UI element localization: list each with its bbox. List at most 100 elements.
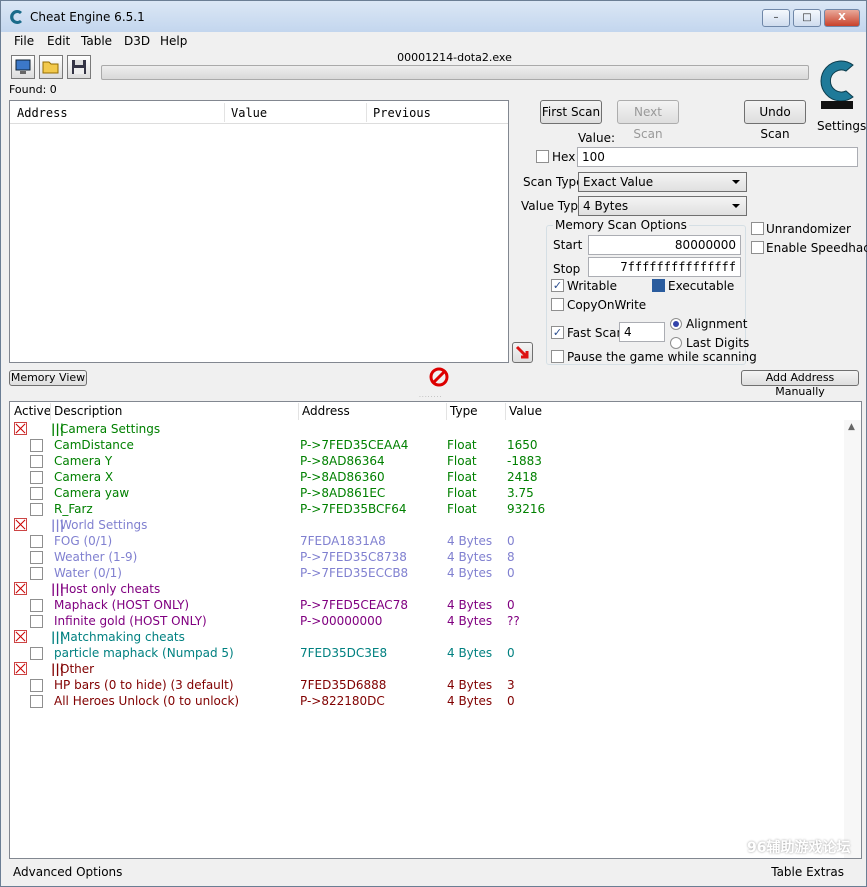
active-checkbox[interactable] <box>30 471 43 484</box>
cheat-table[interactable]: Active Description Address Type Value ||… <box>9 401 862 859</box>
advanced-options-button[interactable]: Advanced Options <box>13 865 122 879</box>
menu-file[interactable]: File <box>14 34 34 48</box>
cheat-engine-logo[interactable] <box>813 53 861 119</box>
group-active-checkbox[interactable] <box>14 582 27 595</box>
table-group-row[interactable]: ||| Matchmaking cheats <box>10 629 846 645</box>
active-checkbox[interactable] <box>30 455 43 468</box>
maximize-button[interactable]: □ <box>793 9 821 27</box>
first-scan-button[interactable]: First Scan <box>540 100 602 124</box>
row-description: CamDistance <box>54 438 134 452</box>
group-active-checkbox[interactable] <box>14 518 27 531</box>
column-value[interactable]: Value <box>231 106 267 120</box>
scan-type-label: Scan Type <box>523 175 584 189</box>
table-row[interactable]: R_Farz P->7FED35BCF64 Float 93216 <box>10 501 846 517</box>
table-group-row[interactable]: ||| Host only cheats <box>10 581 846 597</box>
scan-type-select[interactable]: Exact Value <box>578 172 747 192</box>
stop-scan-button[interactable] <box>429 367 449 387</box>
table-group-row[interactable]: ||| Camera Settings <box>10 421 846 437</box>
active-checkbox[interactable] <box>30 535 43 548</box>
writable-checkbox[interactable]: ✓ <box>551 279 564 292</box>
scan-results-list[interactable]: Address Value Previous <box>9 100 509 363</box>
active-checkbox[interactable] <box>30 679 43 692</box>
table-row[interactable]: HP bars (0 to hide) (3 default) 7FED35D68… <box>10 677 846 693</box>
table-group-row[interactable]: ||| Other <box>10 661 846 677</box>
row-address: P->00000000 <box>300 614 383 628</box>
active-checkbox[interactable] <box>30 503 43 516</box>
stop-label: Stop <box>553 262 581 276</box>
save-button[interactable] <box>67 55 91 79</box>
column-previous[interactable]: Previous <box>373 106 431 120</box>
unrandomizer-checkbox[interactable] <box>751 222 764 235</box>
column-active[interactable]: Active <box>14 404 51 418</box>
row-type: Float <box>447 454 477 468</box>
start-address-input[interactable]: 80000000 <box>588 235 741 255</box>
vertical-scrollbar[interactable]: ▲ <box>844 420 861 858</box>
folder-open-icon <box>42 61 59 74</box>
splitter-handle[interactable]: ········ <box>1 393 866 401</box>
table-extras-button[interactable]: Table Extras <box>771 865 844 879</box>
menu-edit[interactable]: Edit <box>47 34 70 48</box>
table-row[interactable]: particle maphack (Numpad 5) 7FED35DC3E8 4 … <box>10 645 846 661</box>
menu-table[interactable]: Table <box>81 34 112 48</box>
settings-link[interactable]: Settings <box>817 119 866 133</box>
active-checkbox[interactable] <box>30 647 43 660</box>
column-type[interactable]: Type <box>450 404 478 418</box>
group-active-checkbox[interactable] <box>14 422 27 435</box>
menu-help[interactable]: Help <box>160 34 187 48</box>
stop-address-input[interactable]: 7fffffffffffffff <box>588 257 741 277</box>
fast-scan-checkbox[interactable]: ✓ <box>551 326 564 339</box>
hex-checkbox[interactable] <box>536 150 549 163</box>
table-row[interactable]: CamDistance P->7FED35CEAA4 Float 1650 <box>10 437 846 453</box>
add-selected-button[interactable] <box>512 342 533 363</box>
active-checkbox[interactable] <box>30 567 43 580</box>
alignment-radio[interactable] <box>670 318 682 330</box>
table-row[interactable]: Water (0/1) P->7FED35ECCB8 4 Bytes 0 <box>10 565 846 581</box>
active-checkbox[interactable] <box>30 487 43 500</box>
pause-game-checkbox[interactable] <box>551 350 564 363</box>
memory-view-button[interactable]: Memory View <box>9 370 87 386</box>
active-checkbox[interactable] <box>30 615 43 628</box>
menu-bar: File Edit Table D3D Help <box>1 32 866 50</box>
value-input[interactable]: 100 <box>577 147 858 167</box>
column-address[interactable]: Address <box>302 404 350 418</box>
add-address-manually-button[interactable]: Add Address Manually <box>741 370 859 398</box>
column-address[interactable]: Address <box>17 106 68 120</box>
undo-scan-button[interactable]: Undo Scan <box>744 100 806 141</box>
table-group-row[interactable]: ||| World Settings <box>10 517 846 533</box>
group-active-checkbox[interactable] <box>14 662 27 675</box>
row-type: 4 Bytes <box>447 646 493 660</box>
table-row[interactable]: Weather (1-9) P->7FED35C8738 4 Bytes 8 <box>10 549 846 565</box>
value-type-select[interactable]: 4 Bytes <box>578 196 747 216</box>
active-checkbox[interactable] <box>30 695 43 708</box>
unrandomizer-label: Unrandomizer <box>766 222 851 236</box>
active-checkbox[interactable] <box>30 599 43 612</box>
fast-scan-label: Fast Scan <box>567 326 625 340</box>
menu-d3d[interactable]: D3D <box>124 34 150 48</box>
open-file-button[interactable] <box>39 55 63 79</box>
row-type: Float <box>447 502 477 516</box>
column-description[interactable]: Description <box>54 404 122 418</box>
close-button[interactable]: X <box>824 9 860 27</box>
table-row[interactable]: Maphack (HOST ONLY) P->7FED5CEAC78 4 Bytes… <box>10 597 846 613</box>
table-row[interactable]: Infinite gold (HOST ONLY) P->00000000 4 By… <box>10 613 846 629</box>
table-row[interactable]: Camera Y P->8AD86364 Float -1883 <box>10 453 846 469</box>
table-row[interactable]: Camera X P->8AD86360 Float 2418 <box>10 469 846 485</box>
last-digits-radio[interactable] <box>670 337 682 349</box>
fast-scan-input[interactable]: 4 <box>619 322 665 342</box>
table-row[interactable]: All Heroes Unlock (0 to unlock) P->822180… <box>10 693 846 709</box>
active-checkbox[interactable] <box>30 551 43 564</box>
table-row[interactable]: FOG (0/1) 7FEDA1831A8 4 Bytes 0 <box>10 533 846 549</box>
row-type: 4 Bytes <box>447 614 493 628</box>
executable-checkbox[interactable] <box>652 279 665 292</box>
title-bar[interactable]: Cheat Engine 6.5.1 – □ X <box>1 1 866 32</box>
next-scan-button[interactable]: Next Scan <box>617 100 679 141</box>
active-checkbox[interactable] <box>30 439 43 452</box>
alignment-label: Alignment <box>686 317 748 331</box>
minimize-button[interactable]: – <box>762 9 790 27</box>
column-value[interactable]: Value <box>509 404 542 418</box>
speedhack-checkbox[interactable] <box>751 241 764 254</box>
select-process-button[interactable] <box>11 55 35 79</box>
table-row[interactable]: Camera yaw P->8AD861EC Float 3.75 <box>10 485 846 501</box>
group-active-checkbox[interactable] <box>14 630 27 643</box>
copyonwrite-checkbox[interactable] <box>551 298 564 311</box>
